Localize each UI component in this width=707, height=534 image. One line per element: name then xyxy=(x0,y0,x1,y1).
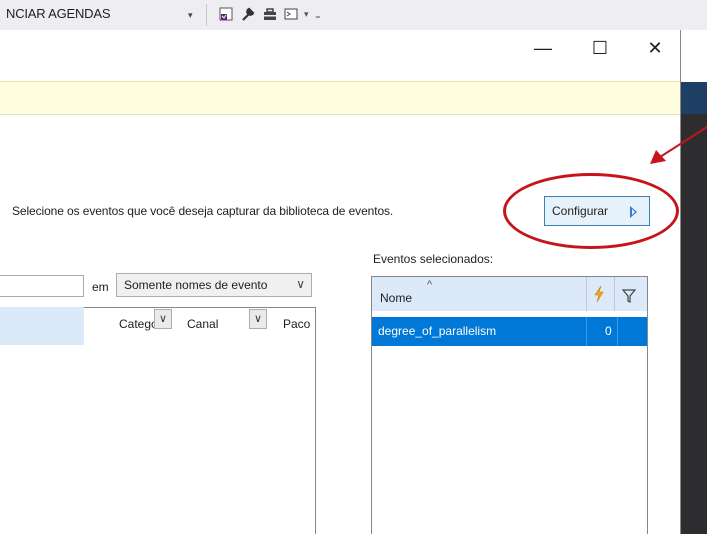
header-separator xyxy=(586,277,587,311)
selected-events-title: Eventos selecionados: xyxy=(373,252,494,266)
minimize-button[interactable]: — xyxy=(528,36,558,60)
ide-side-strip-accent xyxy=(681,82,707,114)
selected-events-list[interactable] xyxy=(371,276,648,534)
toolbar-separator xyxy=(206,4,207,26)
filter-icon[interactable] xyxy=(622,289,636,303)
wrench-icon[interactable] xyxy=(240,6,256,22)
lightning-bolt-icon[interactable] xyxy=(592,285,606,303)
close-button[interactable]: ✕ xyxy=(640,36,670,60)
toolbox-icon[interactable] xyxy=(262,6,278,22)
category-filter-chevron-icon[interactable]: ∨ xyxy=(154,309,172,329)
maximize-button[interactable]: ☐ xyxy=(585,36,615,60)
chevron-down-icon: ∨ xyxy=(296,277,305,291)
column-header-channel[interactable]: Canal xyxy=(187,317,218,331)
column-header-package[interactable]: Paco xyxy=(283,317,315,331)
selected-event-name: degree_of_parallelism xyxy=(378,324,497,338)
library-header-highlight xyxy=(0,307,84,345)
toolbar-title: NCIAR AGENDAS xyxy=(6,6,111,21)
highlight-annotation-ellipse xyxy=(503,173,679,249)
event-search-input[interactable] xyxy=(0,275,84,297)
vs-project-icon[interactable] xyxy=(218,6,234,22)
console-icon[interactable] xyxy=(283,6,299,22)
toolbar-overflow-icon[interactable]: ▾ xyxy=(304,9,309,20)
selected-event-count: 0 xyxy=(605,324,612,338)
toolbar-dropdown-icon[interactable]: ▾ xyxy=(188,10,193,21)
row-separator xyxy=(617,317,618,346)
ide-side-strip-top xyxy=(681,30,707,82)
search-scope-value: Somente nomes de evento xyxy=(124,278,268,292)
channel-filter-chevron-icon[interactable]: ∨ xyxy=(249,309,267,329)
instruction-text: Selecione os eventos que você deseja cap… xyxy=(12,204,394,218)
search-scope-label: em xyxy=(92,280,109,294)
column-header-name[interactable]: Nome xyxy=(380,291,412,305)
toolbar-grip-icon: ₌ xyxy=(315,10,321,22)
sort-caret-icon: ^ xyxy=(427,279,433,291)
info-bar xyxy=(0,81,680,115)
row-separator xyxy=(586,317,587,346)
search-scope-select[interactable]: Somente nomes de evento ∨ xyxy=(116,273,312,297)
header-separator xyxy=(614,277,615,311)
